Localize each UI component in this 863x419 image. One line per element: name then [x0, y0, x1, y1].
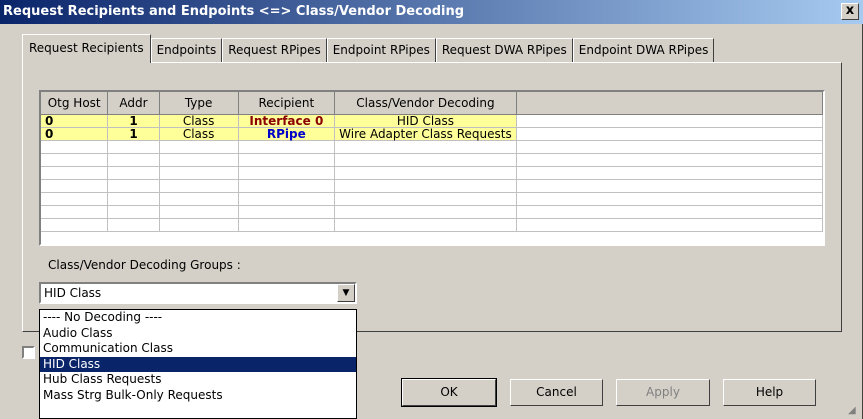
cell-otg-host: 0 — [41, 127, 109, 141]
empty-row — [41, 166, 823, 180]
cell-addr: 1 — [107, 127, 160, 141]
col-header-empty — [516, 92, 823, 115]
title-bar[interactable]: Request Recipients and Endpoints <=> Cla… — [0, 0, 863, 24]
cell-type: Class — [159, 114, 239, 128]
empty-row — [41, 140, 823, 154]
col-header-decoding[interactable]: Class/Vendor Decoding — [334, 92, 517, 115]
col-header-type[interactable]: Type — [159, 92, 239, 115]
empty-row — [41, 179, 823, 193]
empty-row — [41, 192, 823, 206]
tab-request-recipients[interactable]: Request Recipients — [22, 34, 151, 63]
cell-otg-host: 0 — [41, 114, 109, 128]
apply-button[interactable]: Apply — [616, 379, 710, 406]
dropdown-arrow-icon[interactable]: ▼ — [337, 284, 355, 302]
option-hub-class-requests[interactable]: Hub Class Requests — [40, 372, 356, 388]
option-communication-class[interactable]: Communication Class — [40, 341, 356, 357]
decoding-groups-select[interactable]: HID Class ▼ — [39, 282, 357, 304]
cell-empty — [516, 114, 823, 128]
dialog-window: Request Recipients and Endpoints <=> Cla… — [0, 0, 863, 419]
ok-button[interactable]: OK — [401, 378, 497, 407]
col-header-otg-host[interactable]: Otg Host — [41, 92, 109, 115]
cell-recipient: Interface 0 — [238, 114, 336, 128]
empty-row — [41, 218, 823, 232]
cell-empty — [516, 127, 823, 141]
tab-request-dwa-rpipes[interactable]: Request DWA RPipes — [435, 38, 573, 63]
help-button[interactable]: Help — [723, 379, 816, 406]
close-button[interactable]: x — [841, 3, 859, 20]
col-header-recipient[interactable]: Recipient — [238, 92, 336, 115]
tab-bar: Request Recipients Endpoints Request RPi… — [22, 34, 715, 63]
decoding-groups-dropdown-list[interactable]: ---- No Decoding ---- Audio Class Commun… — [39, 309, 357, 419]
tab-endpoint-dwa-rpipes[interactable]: Endpoint DWA RPipes — [572, 38, 715, 63]
window-title: Request Recipients and Endpoints <=> Cla… — [3, 4, 465, 19]
cell-addr: 1 — [107, 114, 160, 128]
empty-row — [41, 205, 823, 219]
tab-endpoints[interactable]: Endpoints — [150, 38, 223, 63]
tab-request-rpipes[interactable]: Request RPipes — [222, 38, 327, 63]
checkbox[interactable] — [22, 346, 35, 359]
table-row[interactable]: 0 1 Class Interface 0 HID Class — [41, 114, 823, 128]
grid-header-row: Otg Host Addr Type Recipient Class/Vendo… — [41, 92, 823, 115]
tab-endpoint-rpipes[interactable]: Endpoint RPipes — [326, 38, 436, 63]
cell-decoding: HID Class — [334, 114, 517, 128]
cancel-button[interactable]: Cancel — [510, 379, 603, 406]
empty-row — [41, 153, 823, 167]
cell-decoding: Wire Adapter Class Requests — [334, 127, 517, 141]
recipients-grid[interactable]: Otg Host Addr Type Recipient Class/Vendo… — [39, 90, 825, 246]
decoding-groups-label: Class/Vendor Decoding Groups : — [48, 258, 241, 272]
resize-grip-icon[interactable]: ◢ — [848, 405, 860, 417]
select-value: HID Class — [44, 286, 102, 300]
cell-recipient: RPipe — [238, 127, 336, 141]
option-no-decoding[interactable]: ---- No Decoding ---- — [40, 310, 356, 326]
option-hid-class[interactable]: HID Class — [40, 356, 356, 372]
cell-type: Class — [159, 127, 239, 141]
option-audio-class[interactable]: Audio Class — [40, 326, 356, 342]
table-row[interactable]: 0 1 Class RPipe Wire Adapter Class Reque… — [41, 127, 823, 141]
option-mass-storage[interactable]: Mass Strg Bulk-Only Requests — [40, 388, 356, 404]
col-header-addr[interactable]: Addr — [107, 92, 160, 115]
